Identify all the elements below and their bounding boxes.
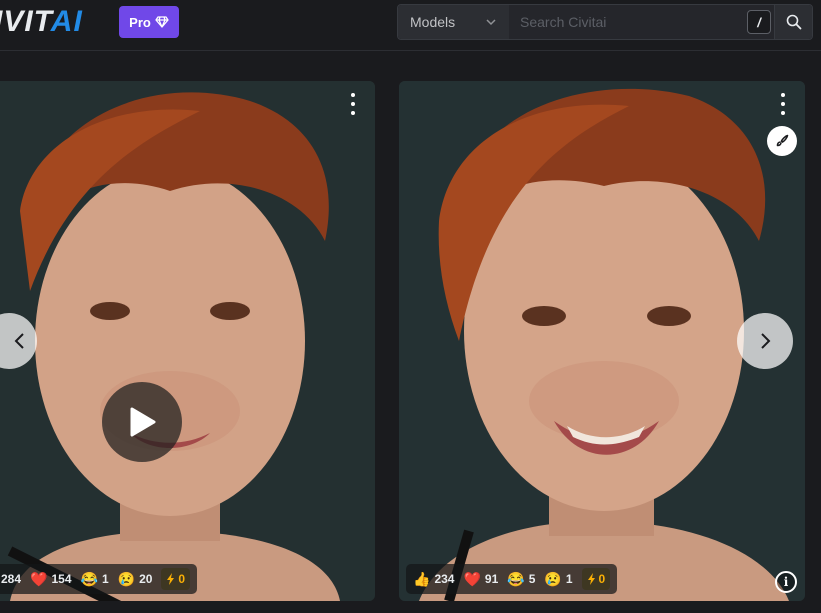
laugh-icon: 😂 xyxy=(507,571,525,587)
carousel-next-button[interactable] xyxy=(737,313,793,369)
laugh-count: 5 xyxy=(528,572,536,586)
reaction-laugh[interactable]: 😂 1 xyxy=(81,572,109,586)
search-category-value: Models xyxy=(410,14,456,30)
reaction-like[interactable]: 👍 234 xyxy=(413,572,454,586)
menu-dot-icon xyxy=(781,102,785,106)
chevron-down-icon xyxy=(486,19,496,26)
image-card[interactable]: 284 ❤️ 154 😂 1 😢 20 0 xyxy=(0,81,375,601)
buzz-count: 0 xyxy=(598,572,606,586)
buzz-tip-button[interactable]: 0 xyxy=(581,568,611,590)
reaction-bar: 👍 234 ❤️ 91 😂 5 😢 1 0 xyxy=(406,564,618,594)
lightning-icon xyxy=(587,573,595,585)
laugh-icon: 😂 xyxy=(80,571,98,587)
heart-count: 154 xyxy=(51,572,72,586)
laugh-count: 1 xyxy=(101,572,109,586)
portrait-image xyxy=(0,81,375,601)
like-count: 234 xyxy=(434,572,455,586)
play-icon xyxy=(130,407,156,437)
menu-dot-icon xyxy=(351,111,355,115)
like-count: 284 xyxy=(1,572,22,586)
remix-button[interactable] xyxy=(767,126,797,156)
menu-dot-icon xyxy=(781,93,785,97)
logo-text-right: AI xyxy=(50,5,83,38)
info-button[interactable]: i xyxy=(775,571,797,593)
brush-icon xyxy=(776,134,789,147)
search-shortcut-hint: / xyxy=(747,10,771,34)
lightning-icon xyxy=(167,573,175,585)
reaction-cry[interactable]: 😢 1 xyxy=(544,572,572,586)
chevron-left-icon xyxy=(14,333,24,349)
civitai-logo[interactable]: IVITAI xyxy=(0,4,83,40)
pro-label: Pro xyxy=(129,14,151,30)
buzz-count: 0 xyxy=(178,572,186,586)
search-button[interactable] xyxy=(774,5,812,39)
cry-icon: 😢 xyxy=(544,571,562,587)
cry-count: 20 xyxy=(139,572,153,586)
thumbs-up-icon: 👍 xyxy=(413,571,431,587)
reaction-heart[interactable]: ❤️ 154 xyxy=(30,572,71,586)
heart-icon: ❤️ xyxy=(30,571,48,587)
buzz-tip-button[interactable]: 0 xyxy=(161,568,191,590)
menu-dot-icon xyxy=(781,111,785,115)
top-navigation-bar: IVITAI Pro Models / xyxy=(0,0,821,51)
card-menu-button[interactable] xyxy=(345,93,361,115)
menu-dot-icon xyxy=(351,93,355,97)
chevron-right-icon xyxy=(761,333,771,349)
reaction-cry[interactable]: 😢 20 xyxy=(118,572,153,586)
cry-count: 1 xyxy=(565,572,573,586)
search-bar: Models / xyxy=(397,4,813,40)
reaction-bar: 284 ❤️ 154 😂 1 😢 20 0 xyxy=(0,564,198,594)
reaction-laugh[interactable]: 😂 5 xyxy=(507,572,535,586)
cry-icon: 😢 xyxy=(117,571,136,587)
card-menu-button[interactable] xyxy=(775,93,791,115)
search-input[interactable] xyxy=(509,5,774,39)
heart-count: 91 xyxy=(484,572,499,586)
diamond-icon xyxy=(155,16,169,28)
search-icon xyxy=(786,14,801,30)
heart-icon: ❤️ xyxy=(463,571,481,587)
play-button[interactable] xyxy=(102,382,182,462)
logo-text-left: IVIT xyxy=(0,5,51,38)
reaction-heart[interactable]: ❤️ 91 xyxy=(463,572,498,586)
menu-dot-icon xyxy=(351,102,355,106)
search-category-select[interactable]: Models xyxy=(398,5,509,39)
reaction-like[interactable]: 284 xyxy=(1,572,21,586)
pro-button[interactable]: Pro xyxy=(119,6,179,38)
info-icon: i xyxy=(783,575,789,589)
